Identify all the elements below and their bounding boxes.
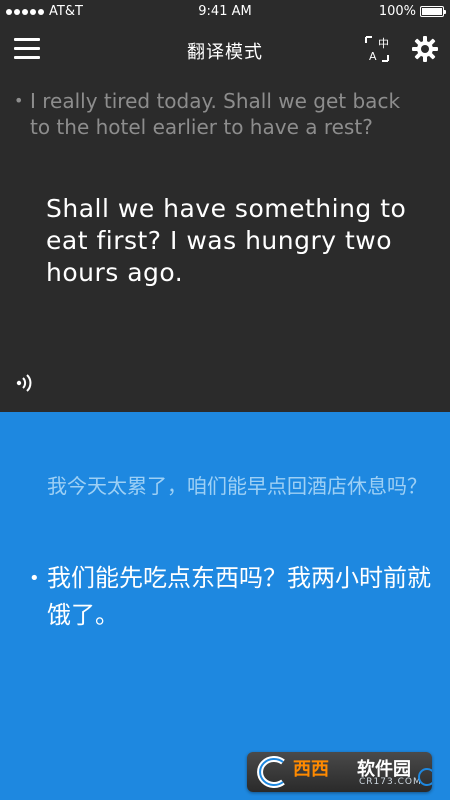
watermark-brand: 西西 xyxy=(293,759,329,780)
translation-screen: AT&T 9:41 AM 100% 翻译模式 中 A • I really ti… xyxy=(0,0,450,800)
status-right: 100% xyxy=(378,4,446,19)
bullet-dot: • xyxy=(14,91,24,110)
chinese-current-text: 我们能先吃点东西吗？我两小时前就饿了。 xyxy=(47,564,431,629)
english-panel: • I really tired today. Shall we get bac… xyxy=(0,76,450,412)
watermark-logo-icon xyxy=(257,756,285,788)
speaker-icon[interactable] xyxy=(15,372,37,394)
chinese-panel: 我今天太累了，咱们能早点回酒店休息吗？ • 我们能先吃点东西吗？我两小时前就饿了… xyxy=(0,412,450,800)
svg-text:中: 中 xyxy=(378,37,389,50)
gear-icon[interactable] xyxy=(412,36,438,62)
english-current-sentence[interactable]: Shall we have something to eat first? I … xyxy=(46,193,426,289)
watermark-logo: 西西 软件园 CR173.COM xyxy=(247,752,432,792)
svg-text:A: A xyxy=(369,50,377,63)
battery-icon xyxy=(420,6,446,17)
chinese-current-sentence[interactable]: • 我们能先吃点东西吗？我两小时前就饿了。 xyxy=(29,560,437,634)
watermark-domain: CR173.COM xyxy=(359,777,422,787)
language-switch-icon[interactable]: 中 A xyxy=(364,35,390,63)
watermark-edge-circle xyxy=(418,768,432,786)
english-previous-text: I really tired today. Shall we get back … xyxy=(30,89,401,139)
status-bar: AT&T 9:41 AM 100% xyxy=(0,0,450,24)
chinese-previous-sentence[interactable]: 我今天太累了，咱们能早点回酒店休息吗？ xyxy=(47,470,437,502)
bullet-dot: • xyxy=(29,568,40,589)
nav-bar: 翻译模式 中 A xyxy=(0,24,450,76)
english-previous-sentence[interactable]: • I really tired today. Shall we get bac… xyxy=(14,88,425,140)
battery-fill xyxy=(422,8,442,15)
battery-percent: 100% xyxy=(378,4,416,19)
